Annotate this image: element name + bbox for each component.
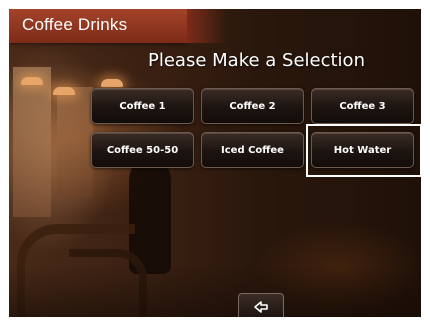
background-window xyxy=(57,87,93,197)
background-lamp xyxy=(21,77,43,85)
title-bar: Coffee Drinks xyxy=(9,9,187,43)
coffee-50-50-button[interactable]: Coffee 50-50 xyxy=(91,132,194,168)
background-window xyxy=(13,67,51,217)
selection-heading: Please Make a Selection xyxy=(148,50,365,71)
back-arrow-icon xyxy=(254,298,268,317)
background-floor xyxy=(9,264,421,317)
title-bar-fade xyxy=(187,9,227,43)
back-button[interactable] xyxy=(238,293,284,317)
coffee-1-button[interactable]: Coffee 1 xyxy=(91,88,194,124)
iced-coffee-button[interactable]: Iced Coffee xyxy=(201,132,304,168)
page-title: Coffee Drinks xyxy=(22,15,128,34)
background-lamp xyxy=(53,87,75,95)
background-lamp xyxy=(101,79,123,87)
coffee-2-button[interactable]: Coffee 2 xyxy=(201,88,304,124)
coffee-3-button[interactable]: Coffee 3 xyxy=(311,88,414,124)
kiosk-screen: Coffee Drinks Please Make a Selection Co… xyxy=(9,9,421,317)
selection-highlight xyxy=(306,124,421,177)
